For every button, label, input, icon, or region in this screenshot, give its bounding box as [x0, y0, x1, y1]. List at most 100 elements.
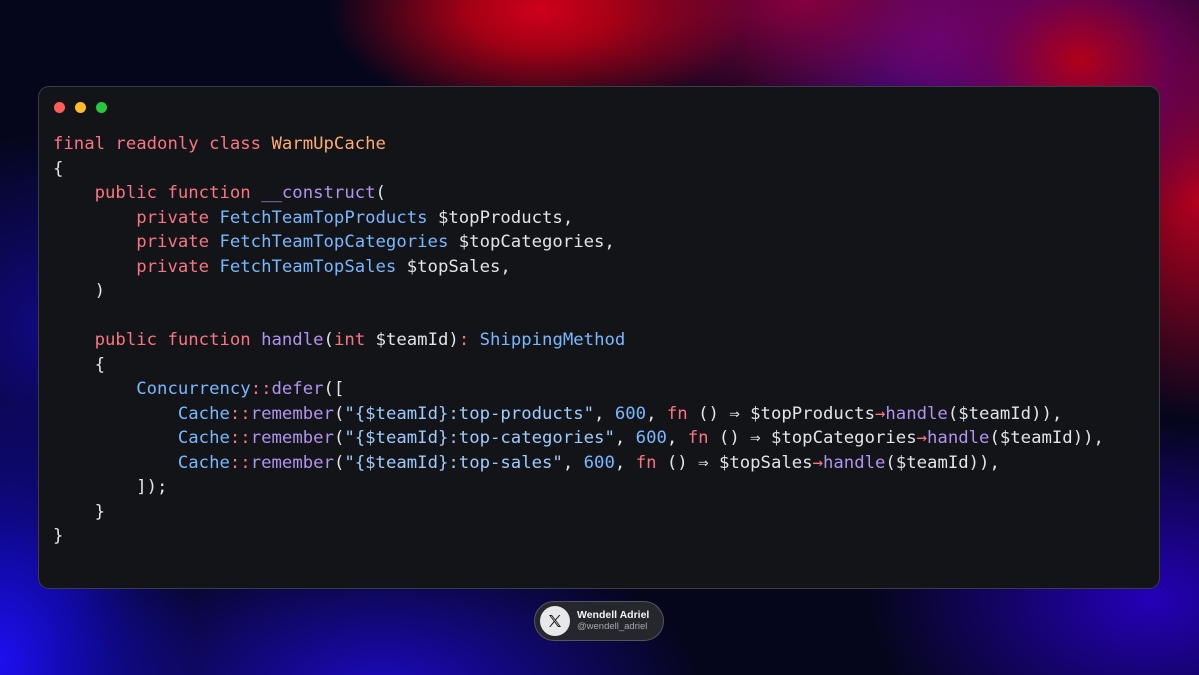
code-line: Cache::remember("{$teamId}:top-sales", 6…	[53, 451, 1104, 476]
code-token: handle	[927, 428, 990, 448]
code-token: int	[333, 330, 376, 350]
code-token: public function	[94, 330, 262, 350]
code-line: public function __construct(	[53, 181, 1104, 206]
code-block: final readonly class WarmUpCache{ public…	[53, 132, 1104, 549]
code-line: private FetchTeamTopCategories $topCateg…	[53, 230, 1104, 255]
code-token: (	[333, 428, 345, 448]
code-line: final readonly class WarmUpCache	[53, 132, 1104, 157]
code-token: private	[136, 232, 220, 252]
code-token: $topCategories	[770, 428, 917, 448]
code-token: final readonly class	[53, 134, 272, 154]
code-token: (	[333, 452, 345, 473]
code-token: $topSales,	[406, 256, 511, 277]
code-token: ShippingMethod	[479, 330, 626, 350]
code-token: )	[448, 330, 459, 350]
code-token: private	[136, 207, 220, 228]
code-token: :	[458, 330, 480, 350]
code-token: () ⇒	[718, 428, 771, 448]
code-line: private FetchTeamTopProducts $topProduct…	[53, 206, 1104, 231]
code-token: defer	[271, 379, 324, 399]
code-token: Cache	[177, 403, 230, 424]
code-line: public function handle(int $teamId): Shi…	[53, 328, 1104, 353]
code-line: Cache::remember("{$teamId}:top-products"…	[53, 402, 1104, 427]
code-token: ,	[562, 452, 584, 473]
author-handle: @wendell_adriel	[577, 621, 648, 632]
close-dot-icon	[54, 102, 65, 113]
code-token: ,	[594, 403, 615, 424]
code-token: remember	[250, 428, 334, 448]
code-token: ($teamId)),	[989, 428, 1104, 448]
code-line: }	[53, 524, 1104, 549]
code-line: Concurrency::defer([	[53, 377, 1104, 402]
code-token: ]);	[53, 477, 168, 497]
code-token: $topProducts	[750, 403, 875, 424]
code-token: ::	[250, 379, 272, 399]
code-token: "{$teamId}:top-sales"	[344, 452, 563, 473]
code-token: FetchTeamTopSales	[219, 256, 407, 277]
code-token: }	[53, 526, 64, 546]
code-token: remember	[250, 452, 334, 473]
window-controls	[54, 102, 107, 113]
code-token: Cache	[177, 428, 230, 448]
code-token: →	[812, 452, 823, 473]
code-token: $topSales	[718, 452, 813, 473]
code-token: fn	[635, 452, 667, 473]
code-token: public function	[94, 183, 262, 203]
code-token: Cache	[177, 452, 230, 473]
code-line: Cache::remember("{$teamId}:top-categorie…	[53, 426, 1104, 451]
code-token: →	[875, 403, 886, 424]
code-token: handle	[261, 330, 324, 350]
code-token: (	[375, 183, 386, 203]
code-token: WarmUpCache	[271, 134, 386, 154]
code-token: private	[136, 256, 220, 277]
code-token: 600	[583, 452, 615, 473]
code-token: →	[916, 428, 928, 448]
code-token: fn	[687, 428, 719, 448]
code-token: (	[333, 403, 345, 424]
code-token: __construct	[261, 183, 376, 203]
code-token: ::	[229, 403, 251, 424]
code-line: )	[53, 279, 1104, 304]
maximize-dot-icon	[96, 102, 107, 113]
code-token: $teamId	[375, 330, 449, 350]
code-token: () ⇒	[698, 403, 751, 424]
code-line: }	[53, 500, 1104, 525]
code-token: ::	[229, 452, 251, 473]
code-token: remember	[250, 403, 334, 424]
code-token: "{$teamId}:top-products"	[344, 403, 595, 424]
code-token: ,	[646, 403, 667, 424]
badge-text: Wendell Adriel @wendell_adriel	[577, 609, 649, 633]
code-token: $topCategories,	[458, 232, 615, 252]
code-token: Concurrency	[136, 379, 251, 399]
code-line: {	[53, 157, 1104, 182]
code-token: "{$teamId}:top-categories"	[344, 428, 615, 448]
code-token: () ⇒	[666, 452, 719, 473]
code-token: FetchTeamTopProducts	[219, 207, 438, 228]
code-token: }	[53, 501, 106, 522]
code-token: )	[53, 281, 106, 301]
author-name: Wendell Adriel	[577, 609, 650, 621]
code-token: fn	[666, 403, 699, 424]
code-token: ,	[614, 452, 636, 473]
author-badge[interactable]: Wendell Adriel @wendell_adriel	[534, 601, 664, 641]
code-token: {	[53, 354, 106, 375]
code-token: ($teamId)),	[947, 403, 1063, 424]
code-window: final readonly class WarmUpCache{ public…	[38, 86, 1160, 589]
x-logo-icon	[540, 606, 570, 636]
code-token: ,	[614, 428, 636, 448]
code-token: ($teamId)),	[885, 452, 1000, 473]
minimize-dot-icon	[75, 102, 86, 113]
code-token: 600	[635, 428, 667, 448]
code-token: 600	[614, 403, 647, 424]
code-token: handle	[885, 403, 948, 424]
code-line: ]);	[53, 475, 1104, 500]
